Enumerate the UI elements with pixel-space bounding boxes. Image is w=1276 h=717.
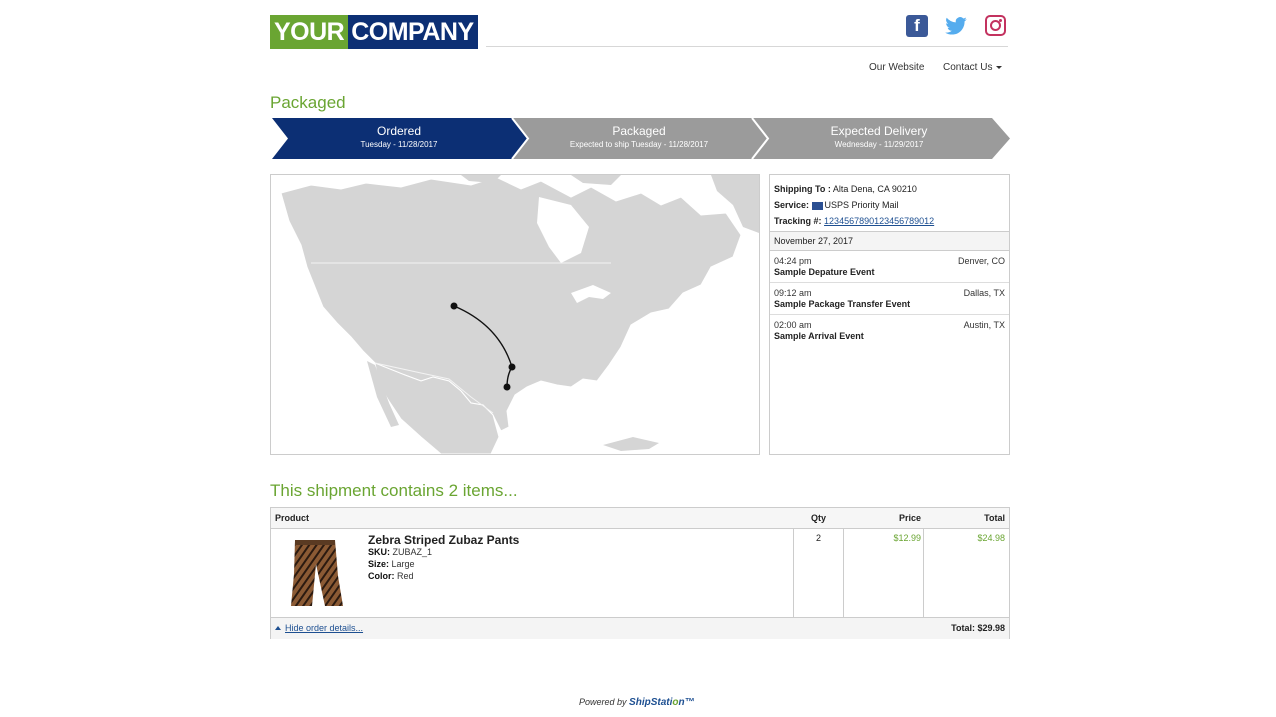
- table-footer: Hide order details... Total: $29.98: [271, 617, 1009, 639]
- brand-tm: ™: [684, 697, 695, 708]
- hide-order-details-link[interactable]: Hide order details...: [285, 623, 363, 633]
- tracking-map[interactable]: [270, 174, 760, 455]
- product-color: Color: Red: [368, 571, 414, 581]
- route-point-dallas: [508, 363, 516, 371]
- event-location: Austin, TX: [963, 320, 1005, 330]
- shipstation-logo: ShipStation™: [629, 697, 695, 708]
- instagram-icon[interactable]: [985, 15, 1006, 36]
- size-label: Size:: [368, 559, 390, 569]
- shipment-contains-title: This shipment contains 2 items...: [270, 481, 518, 500]
- color-value: Red: [397, 571, 414, 581]
- items-table: Product Qty Price Total Zebra Striped Zu…: [270, 507, 1010, 639]
- product-image[interactable]: [285, 536, 345, 608]
- item-total: $24.98: [977, 533, 1005, 543]
- grand-total: Total: $29.98: [951, 623, 1005, 633]
- table-header: Product Qty Price Total: [271, 508, 1009, 529]
- service-value: USPS Priority Mail: [824, 200, 899, 210]
- route-point-denver: [450, 302, 458, 310]
- step-ordered-title: Ordered: [376, 124, 422, 138]
- item-price: $12.99: [893, 533, 921, 543]
- shipment-status-title: Packaged: [270, 93, 346, 112]
- step-packaged: Packaged Expected to ship Tuesday - 11/2…: [510, 118, 768, 159]
- instagram-dot: [999, 19, 1002, 22]
- facebook-icon[interactable]: f: [906, 15, 928, 37]
- step-delivery-subtitle: Wednesday - 11/29/2017: [834, 140, 924, 149]
- header-divider: [486, 46, 1008, 47]
- logo-text-company: COMPANY: [348, 15, 478, 49]
- events-date-header: November 27, 2017: [770, 232, 1009, 251]
- event-location: Denver, CO: [957, 256, 1005, 266]
- step-delivery-title: Expected Delivery: [830, 124, 928, 138]
- sku-value: ZUBAZ_1: [392, 547, 433, 557]
- service-label: Service:: [774, 200, 810, 210]
- size-value: Large: [391, 559, 415, 569]
- powered-by-footer[interactable]: Powered by ShipStation™: [579, 697, 695, 708]
- service-row: Service: USPS Priority Mail: [774, 197, 1005, 213]
- company-logo[interactable]: YOUR COMPANY: [270, 15, 478, 49]
- event-name: Sample Arrival Event: [774, 331, 864, 341]
- logo-text-your: YOUR: [270, 15, 349, 49]
- tracking-panel: Shipping To : Alta Dena, CA 90210 Servic…: [769, 174, 1010, 455]
- tracking-label: Tracking #:: [774, 216, 822, 226]
- event-name: Sample Depature Event: [774, 267, 875, 277]
- header-price: Price: [898, 513, 921, 523]
- tracking-row: Tracking #: 1234567890123456789012: [774, 213, 1005, 229]
- chevron-up-icon: [275, 626, 281, 630]
- header-total: Total: [984, 513, 1005, 523]
- step-delivery: Expected Delivery Wednesday - 11/29/2017: [750, 118, 1008, 159]
- shipping-to-label: Shipping To :: [774, 184, 831, 194]
- step-packaged-subtitle: Expected to ship Tuesday - 11/28/2017: [569, 140, 709, 149]
- tracking-event: 04:24 pm Sample Depature Event Denver, C…: [770, 251, 1009, 283]
- step-ordered-subtitle: Tuesday - 11/28/2017: [360, 140, 438, 149]
- step-ordered: Ordered Tuesday - 11/28/2017: [270, 118, 528, 159]
- tracking-event: 02:00 am Sample Arrival Event Austin, TX: [770, 315, 1009, 346]
- map-canvas: [271, 175, 759, 454]
- header-product: Product: [275, 513, 310, 523]
- twitter-bird-glyph: [945, 17, 967, 35]
- brand-part-a: ShipStati: [629, 697, 673, 708]
- sku-label: SKU:: [368, 547, 390, 557]
- step-packaged-title: Packaged: [612, 124, 666, 138]
- color-label: Color:: [368, 571, 395, 581]
- powered-by-label: Powered by: [579, 697, 627, 707]
- item-qty: 2: [816, 533, 822, 543]
- tracking-event: 09:12 am Sample Package Transfer Event D…: [770, 283, 1009, 315]
- nav-our-website[interactable]: Our Website: [869, 62, 924, 73]
- nav-contact-label: Contact Us: [943, 62, 993, 73]
- product-size: Size: Large: [368, 559, 415, 569]
- product-name: Zebra Striped Zubaz Pants: [368, 533, 520, 547]
- shipping-to-row: Shipping To : Alta Dena, CA 90210: [774, 181, 1005, 197]
- chevron-down-icon: [996, 65, 1003, 69]
- shipment-progress: Ordered Tuesday - 11/28/2017 Packaged Ex…: [270, 118, 1012, 159]
- tracking-number-link[interactable]: 1234567890123456789012: [824, 216, 934, 226]
- route-point-austin: [503, 383, 511, 391]
- usps-logo-icon: [811, 201, 823, 210]
- nav-contact-us[interactable]: Contact Us: [943, 62, 1003, 73]
- event-location: Dallas, TX: [963, 288, 1005, 298]
- twitter-icon[interactable]: [944, 15, 968, 37]
- shipping-to-value: Alta Dena, CA 90210: [832, 184, 917, 194]
- pants-icon: [291, 540, 343, 606]
- product-sku: SKU: ZUBAZ_1: [368, 547, 432, 557]
- event-name: Sample Package Transfer Event: [774, 299, 911, 309]
- header-qty: Qty: [811, 513, 827, 523]
- shipping-info: Shipping To : Alta Dena, CA 90210 Servic…: [770, 175, 1009, 232]
